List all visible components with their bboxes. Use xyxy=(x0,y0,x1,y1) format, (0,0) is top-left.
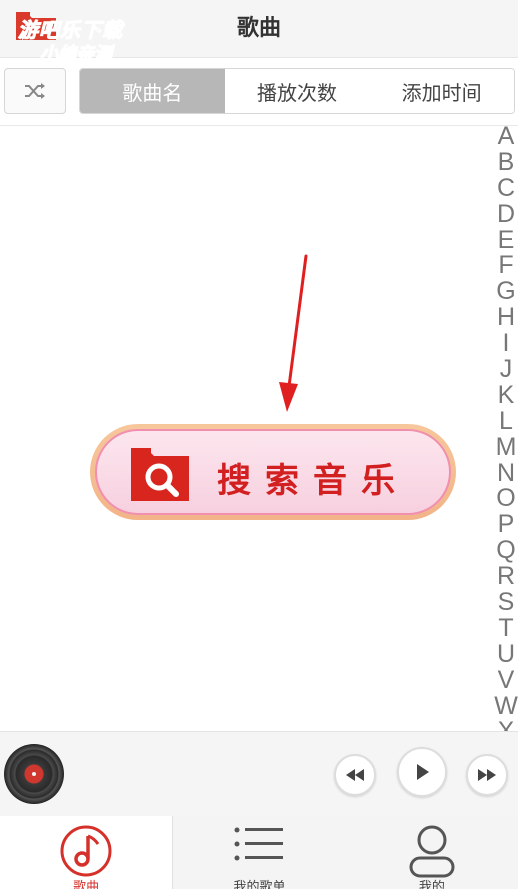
list-icon xyxy=(234,827,284,861)
search-music-inner: 搜索音乐 xyxy=(95,429,451,515)
nav-my-playlists[interactable]: 我的歌单 xyxy=(173,816,346,889)
index-letter[interactable]: V xyxy=(494,667,518,694)
rewind-icon xyxy=(346,769,364,781)
index-letter[interactable]: N xyxy=(494,460,518,487)
shuffle-button[interactable] xyxy=(4,68,66,114)
shuffle-icon xyxy=(25,83,45,99)
album-disc-icon[interactable] xyxy=(4,744,64,804)
nav-my-playlists-label: 我的歌单 xyxy=(233,880,286,889)
nav-profile[interactable]: 我的 xyxy=(345,816,518,889)
index-letter[interactable]: C xyxy=(494,175,518,202)
user-icon xyxy=(409,825,455,878)
index-letter[interactable]: U xyxy=(494,641,518,668)
tab-play-count[interactable]: 播放次数 xyxy=(224,69,370,113)
play-icon xyxy=(417,764,429,780)
index-letter[interactable]: M xyxy=(494,434,518,461)
index-letter[interactable]: D xyxy=(494,201,518,228)
bottom-nav: 歌曲 我的歌单 我的 xyxy=(0,816,518,889)
index-letter[interactable]: Q xyxy=(494,537,518,564)
fast-forward-icon xyxy=(478,769,496,781)
nav-songs-label: 歌曲 xyxy=(73,880,100,889)
search-icon xyxy=(131,448,189,501)
search-music-label: 搜索音乐 xyxy=(217,461,409,501)
index-letter[interactable]: I xyxy=(494,330,518,357)
alphabet-index[interactable]: A B C D E F G H I J K L M N O P Q R S T … xyxy=(494,124,518,732)
index-letter[interactable]: H xyxy=(494,304,518,331)
previous-button[interactable] xyxy=(334,754,376,796)
header-bar: 游吧乐下载 小编亲测 歌曲 xyxy=(0,0,518,66)
next-button[interactable] xyxy=(466,754,508,796)
index-letter[interactable]: O xyxy=(494,486,518,512)
sort-tabs: 歌曲名 播放次数 添加时间 xyxy=(79,68,515,114)
tab-song-name[interactable]: 歌曲名 xyxy=(80,69,225,113)
index-letter[interactable]: G xyxy=(494,278,518,305)
nav-profile-label: 我的 xyxy=(418,880,445,889)
index-letter[interactable]: E xyxy=(494,227,518,254)
mini-player xyxy=(0,731,518,816)
index-letter[interactable]: T xyxy=(494,615,518,642)
index-letter[interactable]: J xyxy=(494,356,518,383)
search-music-button[interactable]: 搜索音乐 xyxy=(90,424,456,520)
index-letter[interactable]: K xyxy=(494,382,518,409)
index-letter[interactable]: A xyxy=(494,124,518,150)
index-letter[interactable]: S xyxy=(494,589,518,616)
nav-songs[interactable]: 歌曲 xyxy=(0,816,174,889)
sort-bar: 歌曲名 播放次数 添加时间 xyxy=(0,58,518,126)
page-title: 歌曲 xyxy=(236,16,281,41)
index-letter[interactable]: W xyxy=(494,693,518,720)
index-letter[interactable]: B xyxy=(494,149,518,176)
index-letter[interactable]: F xyxy=(494,253,518,279)
tab-added-time[interactable]: 添加时间 xyxy=(369,69,514,113)
play-button[interactable] xyxy=(397,747,447,797)
index-letter[interactable]: P xyxy=(494,511,518,538)
index-letter[interactable]: R xyxy=(494,563,518,590)
music-note-icon xyxy=(60,825,112,877)
index-letter[interactable]: L xyxy=(494,408,518,435)
annotation-arrow-icon xyxy=(279,254,308,412)
